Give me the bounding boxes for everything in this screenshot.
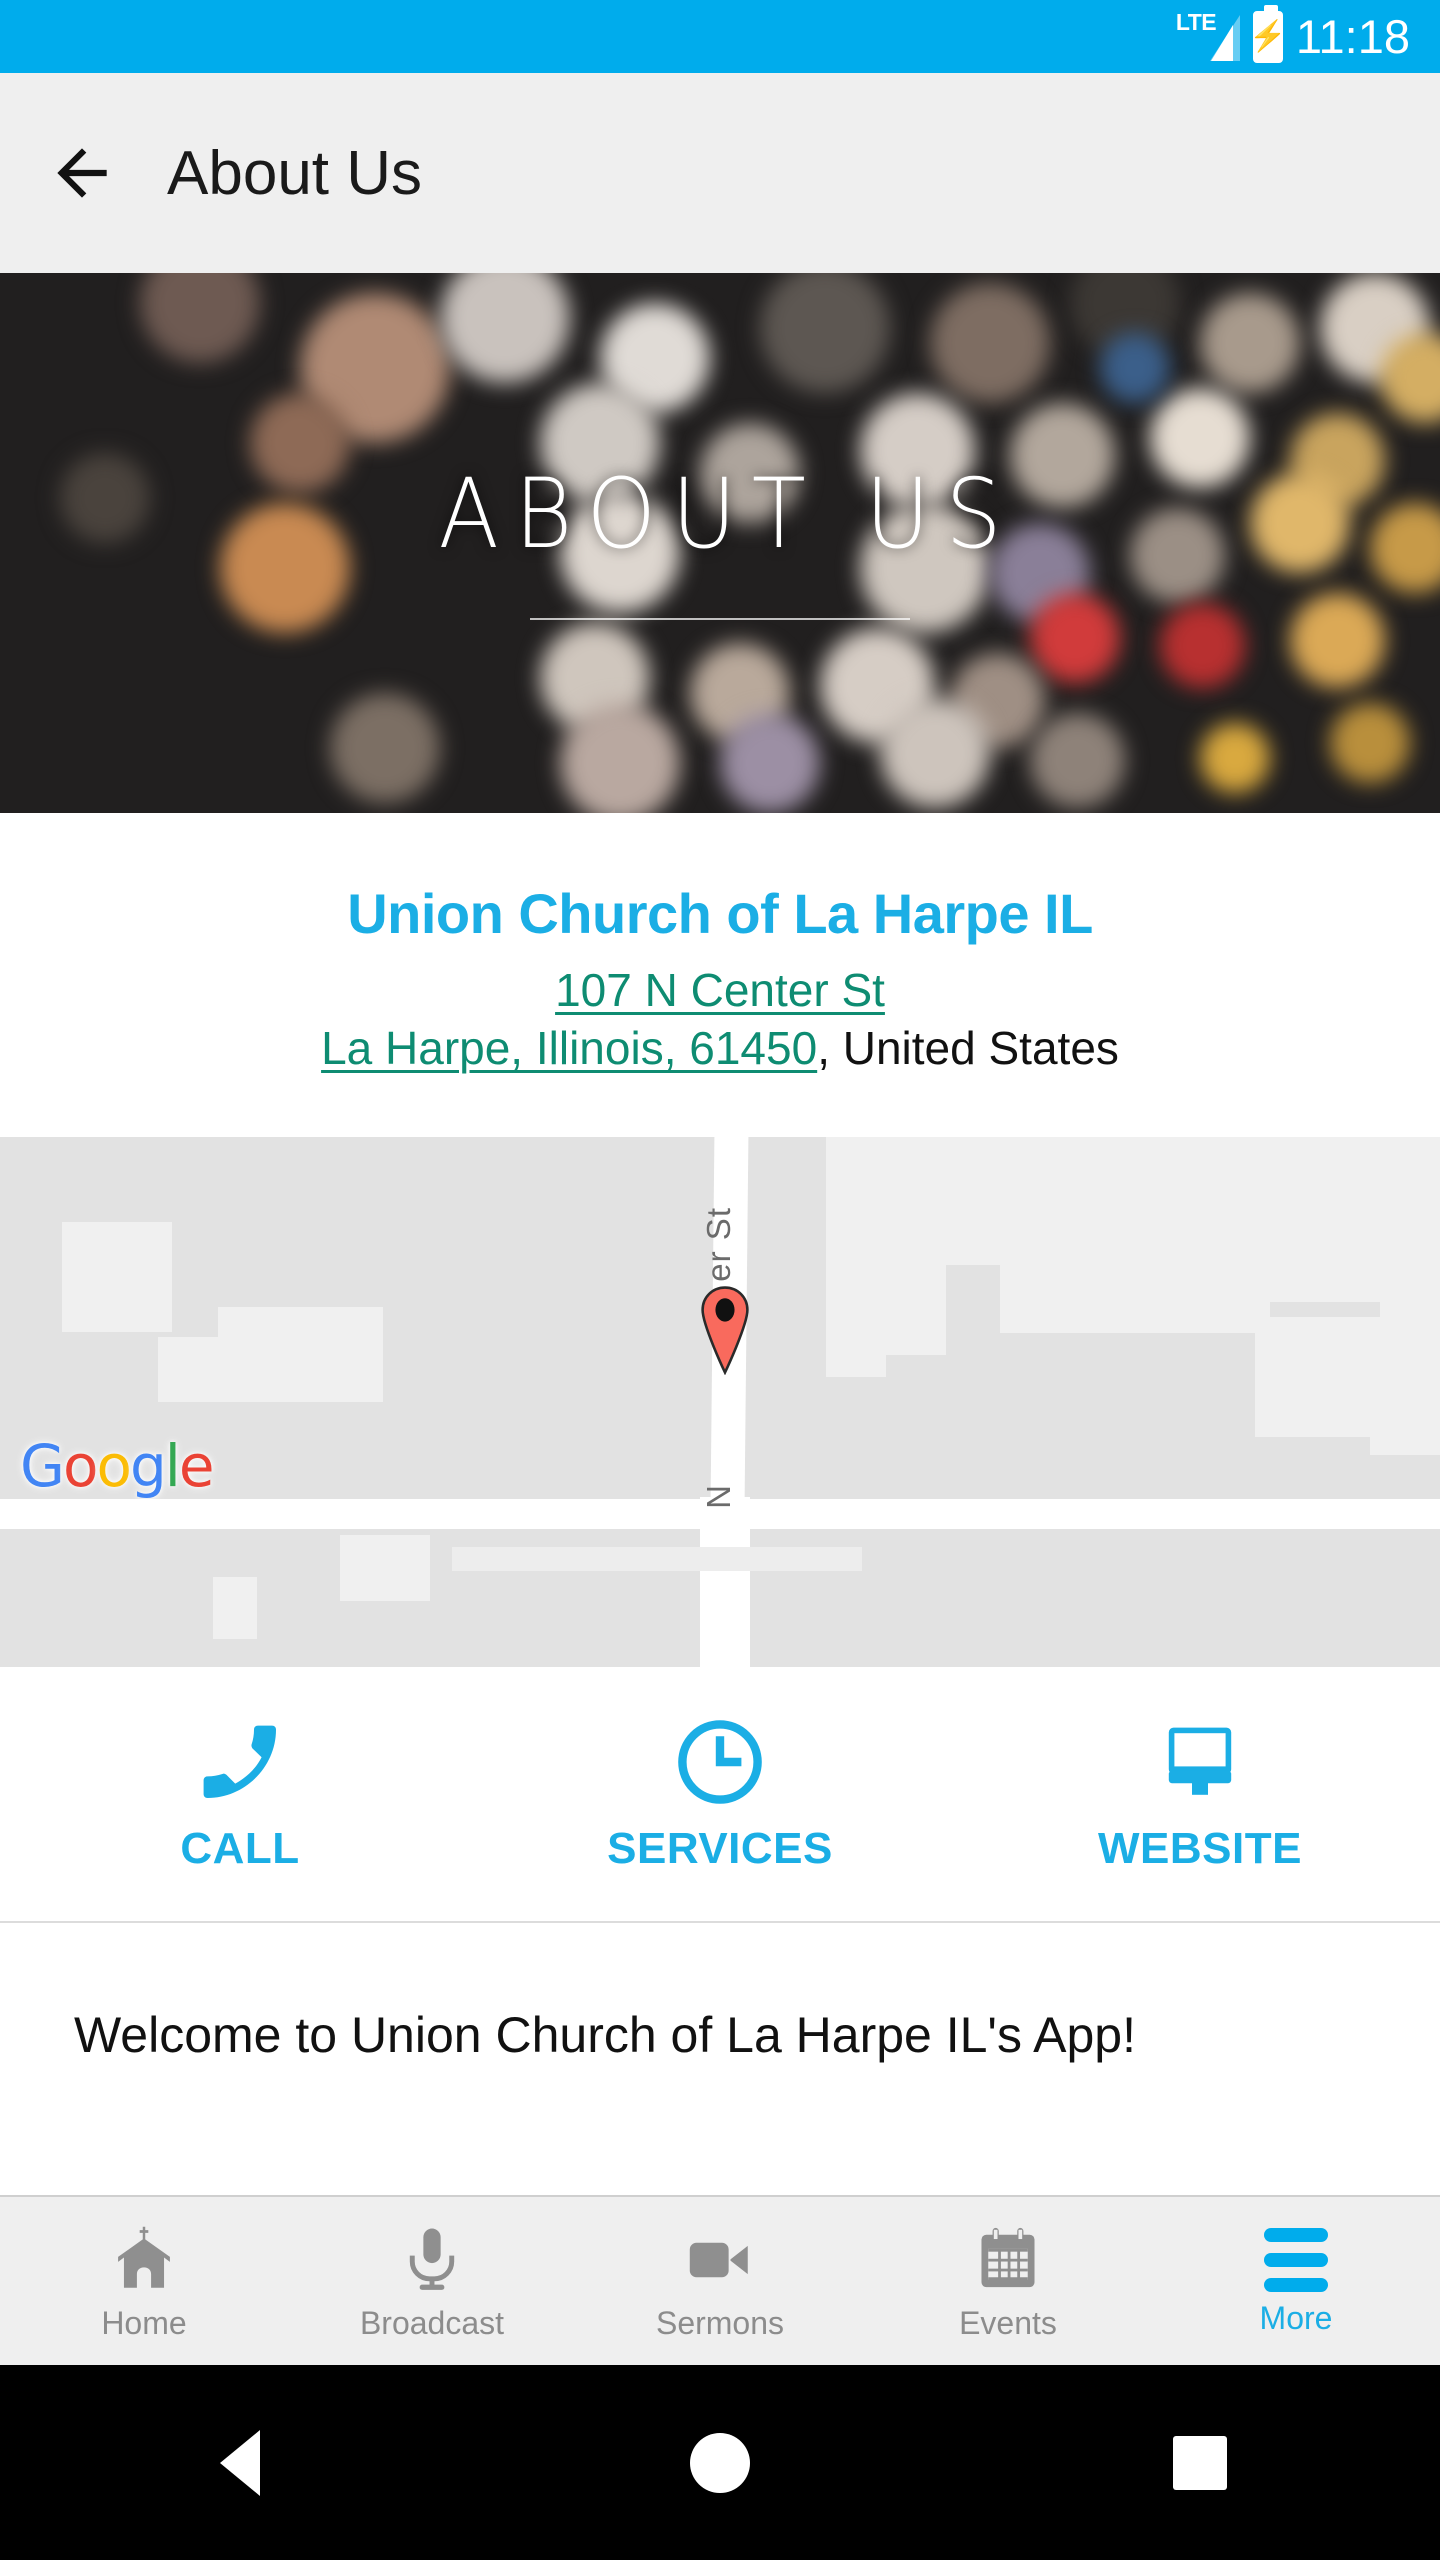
google-attribution: Google bbox=[20, 1432, 215, 1500]
google-letter: G bbox=[20, 1432, 65, 1500]
hamburger-menu-icon bbox=[1264, 2228, 1328, 2292]
nav-back-button[interactable] bbox=[180, 2403, 300, 2523]
calendar-icon bbox=[981, 2227, 1035, 2288]
organization-name: Union Church of La Harpe IL bbox=[347, 882, 1093, 945]
website-label: WEBSITE bbox=[1098, 1824, 1302, 1873]
nav-home-icon bbox=[690, 2432, 750, 2493]
google-letter: e bbox=[178, 1432, 215, 1500]
nav-back-icon bbox=[220, 2429, 260, 2496]
app-root: LTE ⚡ 11:18 About Us ABOUT US Union Chur… bbox=[0, 0, 1440, 2560]
video-camera-icon bbox=[689, 2242, 748, 2278]
bottom-tab-bar: Home Broadcast Sermons Events More bbox=[0, 2195, 1440, 2365]
signal-bars-foreground bbox=[1210, 24, 1233, 61]
tab-broadcast-label: Broadcast bbox=[359, 2305, 505, 2341]
map-building bbox=[826, 1333, 886, 1377]
map-building bbox=[452, 1547, 862, 1571]
address-card: Union Church of La Harpe IL 107 N Center… bbox=[0, 813, 1440, 1137]
tab-home-label: Home bbox=[101, 2305, 187, 2341]
website-button[interactable]: WEBSITE bbox=[960, 1714, 1440, 1874]
status-bar: LTE ⚡ 11:18 bbox=[0, 0, 1440, 73]
map-building bbox=[1000, 1137, 1270, 1333]
android-navigation-bar bbox=[0, 2365, 1440, 2560]
nav-recents-icon bbox=[1173, 2435, 1227, 2490]
tab-home[interactable]: Home bbox=[0, 2197, 288, 2365]
tab-sermons-label: Sermons bbox=[655, 2305, 785, 2341]
tab-sermons[interactable]: Sermons bbox=[576, 2197, 864, 2365]
hero-banner: ABOUT US bbox=[0, 273, 1440, 813]
services-button[interactable]: SERVICES bbox=[480, 1714, 960, 1874]
back-button[interactable] bbox=[22, 113, 142, 233]
clock-icon bbox=[678, 1720, 762, 1804]
hero-divider bbox=[530, 618, 910, 620]
map-building bbox=[213, 1577, 257, 1639]
map-building bbox=[218, 1307, 383, 1402]
status-bar-right: LTE ⚡ 11:18 bbox=[1176, 4, 1410, 65]
address-line-city: La Harpe, Illinois, 61450, United States bbox=[0, 1020, 1440, 1076]
monitor-icon bbox=[1168, 1727, 1232, 1795]
action-button-row: CALL SERVICES WEBSITE bbox=[0, 1667, 1440, 1923]
nav-recents-button[interactable] bbox=[1140, 2403, 1260, 2523]
map-building bbox=[1370, 1405, 1440, 1455]
map-building bbox=[1270, 1137, 1380, 1302]
city-state-zip-link[interactable]: La Harpe, Illinois, 61450 bbox=[321, 1022, 817, 1074]
app-bar: About Us bbox=[0, 73, 1440, 273]
bolt-glyph: ⚡ bbox=[1249, 19, 1287, 53]
map-street-label-lower: N bbox=[700, 1485, 737, 1509]
services-label: SERVICES bbox=[607, 1824, 833, 1873]
map-pin-icon[interactable] bbox=[697, 1285, 753, 1376]
tab-events[interactable]: Events bbox=[864, 2197, 1152, 2365]
street-address-link[interactable]: 107 N Center St bbox=[555, 964, 885, 1016]
welcome-text: Welcome to Union Church of La Harpe IL's… bbox=[74, 2007, 1136, 2063]
hero-content: ABOUT US bbox=[0, 273, 1440, 813]
page-title: About Us bbox=[167, 138, 423, 208]
map-building bbox=[826, 1137, 1001, 1265]
google-letter: o bbox=[62, 1432, 98, 1500]
nav-home-button[interactable] bbox=[660, 2403, 780, 2523]
welcome-section: Welcome to Union Church of La Harpe IL's… bbox=[0, 1925, 1440, 2195]
map-building bbox=[340, 1535, 430, 1601]
address-line-street: 107 N Center St bbox=[0, 962, 1440, 1018]
hero-title: ABOUT US bbox=[438, 458, 1018, 570]
map-view[interactable]: er St N Google bbox=[0, 1137, 1440, 1667]
battery-charging-icon: ⚡ bbox=[1249, 4, 1287, 63]
back-arrow-icon bbox=[57, 148, 107, 198]
tab-events-label: Events bbox=[959, 2305, 1057, 2341]
call-label: CALL bbox=[180, 1824, 300, 1873]
status-bar-clock: 11:18 bbox=[1295, 10, 1410, 63]
church-icon bbox=[118, 2226, 170, 2288]
google-letter: g bbox=[129, 1432, 167, 1500]
signal-icon: LTE bbox=[1176, 9, 1240, 65]
tab-more-label: More bbox=[1259, 2300, 1333, 2336]
call-button[interactable]: CALL bbox=[0, 1714, 480, 1874]
phone-icon bbox=[203, 1725, 276, 1798]
tab-more[interactable]: More bbox=[1152, 2197, 1440, 2365]
google-letter: l bbox=[164, 1432, 181, 1500]
country-text: , United States bbox=[817, 1021, 1119, 1074]
microphone-icon bbox=[409, 2228, 455, 2290]
google-letter: o bbox=[96, 1432, 131, 1500]
tab-broadcast[interactable]: Broadcast bbox=[288, 2197, 576, 2365]
map-building bbox=[62, 1222, 172, 1332]
map-street-label: er St bbox=[700, 1207, 737, 1282]
